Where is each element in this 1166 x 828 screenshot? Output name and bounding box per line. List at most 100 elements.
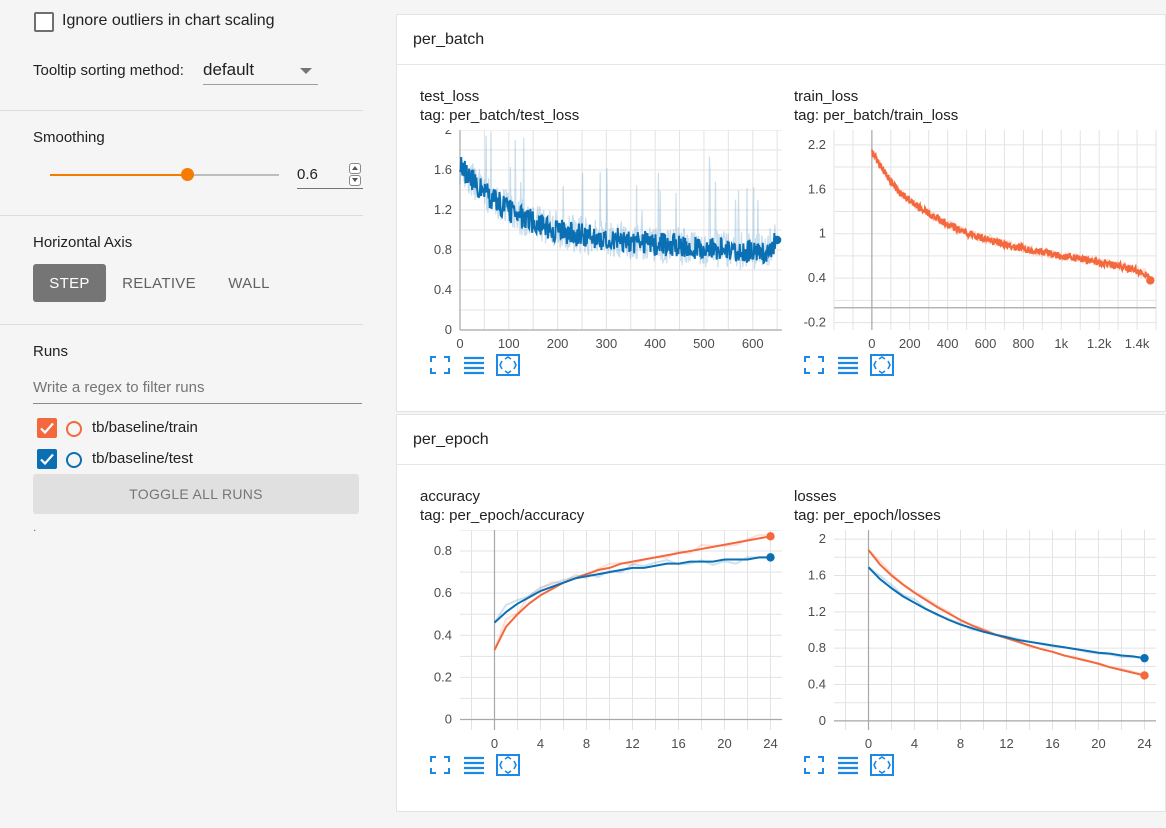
fit-domain-icon[interactable] <box>496 354 520 376</box>
x-tick-label: 300 <box>596 336 618 351</box>
y-tick-label: 1.6 <box>434 162 452 177</box>
chart-plot[interactable]: 0 0.2 0.4 0.6 0.8 0 4 8 12 16 20 24 <box>420 530 790 752</box>
group-header[interactable]: per_epoch <box>397 415 1165 465</box>
fullscreen-icon[interactable] <box>428 754 452 776</box>
y-tick-label: 0 <box>445 322 452 337</box>
toggle-log-scale-icon[interactable] <box>836 354 860 376</box>
chart-tag: tag: per_batch/train_loss <box>794 107 959 124</box>
y-tick-label: 0.4 <box>808 270 826 285</box>
tooltip-sorting-label: Tooltip sorting method: <box>33 62 184 79</box>
chart-tag: tag: per_batch/test_loss <box>420 107 580 124</box>
last-point-marker <box>1146 276 1155 285</box>
x-tick-label: 800 <box>1013 336 1035 351</box>
x-tick-label: 1.4k <box>1125 336 1150 351</box>
chart-plot[interactable]: 00.40.81.21.620 4 8 12 16 20 24 <box>794 530 1164 752</box>
y-tick-label: 2.2 <box>808 137 826 152</box>
chart-plot[interactable]: 0 0.4 0.8 1.2 1.6 2 0 100 200 300 400 500 600 <box>420 130 790 352</box>
y-tick-label: 0.4 <box>434 627 452 642</box>
smoothing-value: 0.6 <box>297 166 318 183</box>
last-point-marker <box>1140 671 1149 680</box>
x-tick-label: 24 <box>1137 736 1151 751</box>
divider <box>0 324 363 325</box>
group-card-per-epoch: per_epoch accuracy tag: per_epoch/accura… <box>396 414 1166 812</box>
chart-title: train_loss <box>794 88 859 105</box>
tooltip-sorting-value: default <box>203 60 255 79</box>
group-title: per_epoch <box>413 431 489 448</box>
y-tick-label: 1.2 <box>808 604 826 619</box>
divider <box>0 110 363 111</box>
smoothing-slider-track[interactable] <box>188 174 279 176</box>
last-point-marker <box>772 235 782 245</box>
chart-toolbar <box>802 754 912 776</box>
x-tick-label: 20 <box>717 736 731 751</box>
y-tick-label: 1.6 <box>808 181 826 196</box>
chart-train-loss: train_loss tag: per_batch/train_loss -0.… <box>794 88 1164 388</box>
runs-filter-input[interactable]: Write a regex to filter runs <box>33 376 362 404</box>
axis-relative-button[interactable]: RELATIVE <box>114 264 204 302</box>
chart-accuracy: accuracy tag: per_epoch/accuracy 0 0.2 0.4… <box>420 488 790 788</box>
chart-title: accuracy <box>420 488 481 505</box>
chart-title: losses <box>794 488 837 505</box>
toggle-log-scale-icon[interactable] <box>462 354 486 376</box>
last-point-marker <box>766 532 775 541</box>
group-title: per_batch <box>413 31 485 48</box>
fullscreen-icon[interactable] <box>802 354 826 376</box>
x-tick-label: 600 <box>742 336 764 351</box>
last-point-marker <box>1140 653 1149 663</box>
spin-down-icon[interactable] <box>349 175 361 186</box>
settings-sidebar: Ignore outliers in chart scaling Tooltip… <box>0 0 363 828</box>
axis-step-button[interactable]: STEP <box>33 264 106 302</box>
chart-test-loss: test_loss tag: per_batch/test_loss 0 0.4 0… <box>420 88 790 388</box>
toggle-log-scale-icon[interactable] <box>836 754 860 776</box>
check-icon <box>40 422 54 435</box>
x-tick-label: 600 <box>975 336 997 351</box>
x-tick-label: 16 <box>1045 736 1059 751</box>
x-tick-label: 1k <box>1054 336 1068 351</box>
x-tick-label: 0 <box>491 736 498 751</box>
smoothing-input[interactable]: 0.6 <box>297 162 363 189</box>
x-tick-label: 20 <box>1091 736 1105 751</box>
x-tick-label: 4 <box>537 736 544 751</box>
chart-tag: tag: per_epoch/losses <box>794 507 941 524</box>
y-tick-label: 1.6 <box>808 567 826 582</box>
x-tick-label: 500 <box>693 336 715 351</box>
fullscreen-icon[interactable] <box>802 754 826 776</box>
fit-domain-icon[interactable] <box>870 354 894 376</box>
y-tick-label: 0 <box>819 713 826 728</box>
last-point-marker <box>766 553 775 562</box>
chart-plot[interactable]: -0.2 0.4 1 1.6 2.2 0 200 400 600 800 1k 1.2k 1.4k <box>794 130 1164 352</box>
fullscreen-icon[interactable] <box>428 354 452 376</box>
run-train-color-icon[interactable] <box>66 421 82 437</box>
x-tick-label: 8 <box>957 736 964 751</box>
y-tick-label: 1 <box>819 226 826 241</box>
run-train-label: tb/baseline/train <box>92 419 198 436</box>
y-tick-label: 0 <box>445 711 452 726</box>
fit-domain-icon[interactable] <box>496 754 520 776</box>
x-tick-label: 400 <box>937 336 959 351</box>
divider <box>0 215 363 216</box>
y-tick-label: 2 <box>819 531 826 546</box>
group-card-per-batch: per_batch test_loss tag: per_batch/test_… <box>396 14 1166 412</box>
chart-toolbar <box>428 354 538 376</box>
toggle-all-runs-button[interactable]: TOGGLE ALL RUNS <box>33 474 359 514</box>
ignore-outliers-checkbox[interactable] <box>34 12 54 32</box>
spin-up-icon[interactable] <box>349 163 361 174</box>
run-test-label: tb/baseline/test <box>92 450 193 467</box>
group-header[interactable]: per_batch <box>397 15 1165 65</box>
y-tick-label: 0.8 <box>434 543 452 558</box>
toggle-log-scale-icon[interactable] <box>462 754 486 776</box>
x-tick-label: 0 <box>456 336 463 351</box>
ignore-outliers-label: Ignore outliers in chart scaling <box>62 12 275 29</box>
axis-wall-button[interactable]: WALL <box>212 264 286 302</box>
x-tick-label: 24 <box>763 736 777 751</box>
fit-domain-icon[interactable] <box>870 754 894 776</box>
smoothing-title: Smoothing <box>33 129 105 146</box>
y-tick-label: 1.2 <box>434 202 452 217</box>
smoothing-slider-thumb[interactable] <box>181 168 194 181</box>
x-tick-label: 0 <box>868 336 875 351</box>
raw-series-line <box>871 150 1150 282</box>
run-test-checkbox[interactable] <box>37 449 57 469</box>
run-train-checkbox[interactable] <box>37 418 57 438</box>
tooltip-sorting-select[interactable]: default <box>203 58 318 85</box>
run-test-color-icon[interactable] <box>66 452 82 468</box>
